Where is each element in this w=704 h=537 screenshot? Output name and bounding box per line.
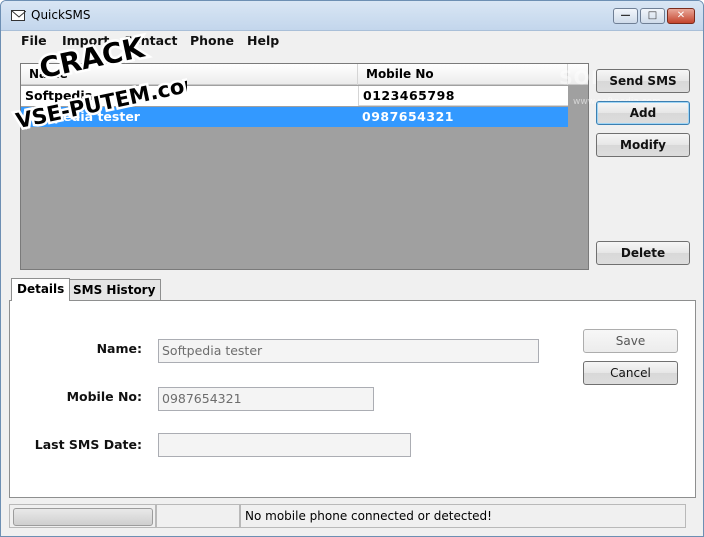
tab-details[interactable]: Details: [11, 278, 71, 301]
name-field[interactable]: Softpedia tester: [158, 339, 539, 363]
last-sms-field[interactable]: [158, 433, 411, 457]
status-message: No mobile phone connected or detected!: [240, 504, 686, 528]
add-button[interactable]: Add: [596, 101, 690, 125]
mobile-label: Mobile No:: [66, 389, 142, 404]
close-icon[interactable]: ✕: [667, 8, 695, 24]
window-controls: — □ ✕: [613, 8, 695, 24]
details-panel: Name: Softpedia tester Mobile No: 098765…: [9, 300, 696, 498]
minimize-icon[interactable]: —: [613, 8, 638, 24]
status-progress-panel: [9, 504, 156, 528]
progress-bar: [13, 508, 153, 526]
delete-button[interactable]: Delete: [596, 241, 690, 265]
name-label: Name:: [96, 341, 142, 356]
send-sms-button[interactable]: Send SMS: [596, 69, 690, 93]
window-title: QuickSMS: [31, 8, 91, 22]
mobile-field[interactable]: 0987654321: [158, 387, 374, 411]
cancel-button[interactable]: Cancel: [583, 361, 678, 385]
svg-text:VSE-PUTEM.com: VSE-PUTEM.com: [14, 70, 187, 133]
last-sms-label: Last SMS Date:: [34, 437, 142, 452]
column-header-mobile[interactable]: Mobile No: [358, 64, 568, 85]
crack-watermark-stamp: CRACK VSE-PUTEM.com: [5, 23, 187, 133]
menu-help[interactable]: Help: [247, 33, 279, 48]
save-button[interactable]: Save: [583, 329, 678, 353]
svg-text:CRACK: CRACK: [36, 31, 148, 86]
app-window: QuickSMS — □ ✕ File Import Contact Phone…: [0, 0, 704, 537]
status-panel-empty: [156, 504, 240, 528]
tab-sms-history[interactable]: SMS History: [67, 279, 162, 301]
maximize-icon[interactable]: □: [640, 8, 665, 24]
row-mobile: 0123465798: [358, 86, 568, 106]
menu-phone[interactable]: Phone: [190, 33, 234, 48]
status-bar: No mobile phone connected or detected!: [9, 504, 697, 530]
envelope-icon: [11, 10, 26, 21]
row-mobile: 0987654321: [362, 109, 454, 124]
tab-strip: Details SMS History: [9, 278, 697, 301]
modify-button[interactable]: Modify: [596, 133, 690, 157]
